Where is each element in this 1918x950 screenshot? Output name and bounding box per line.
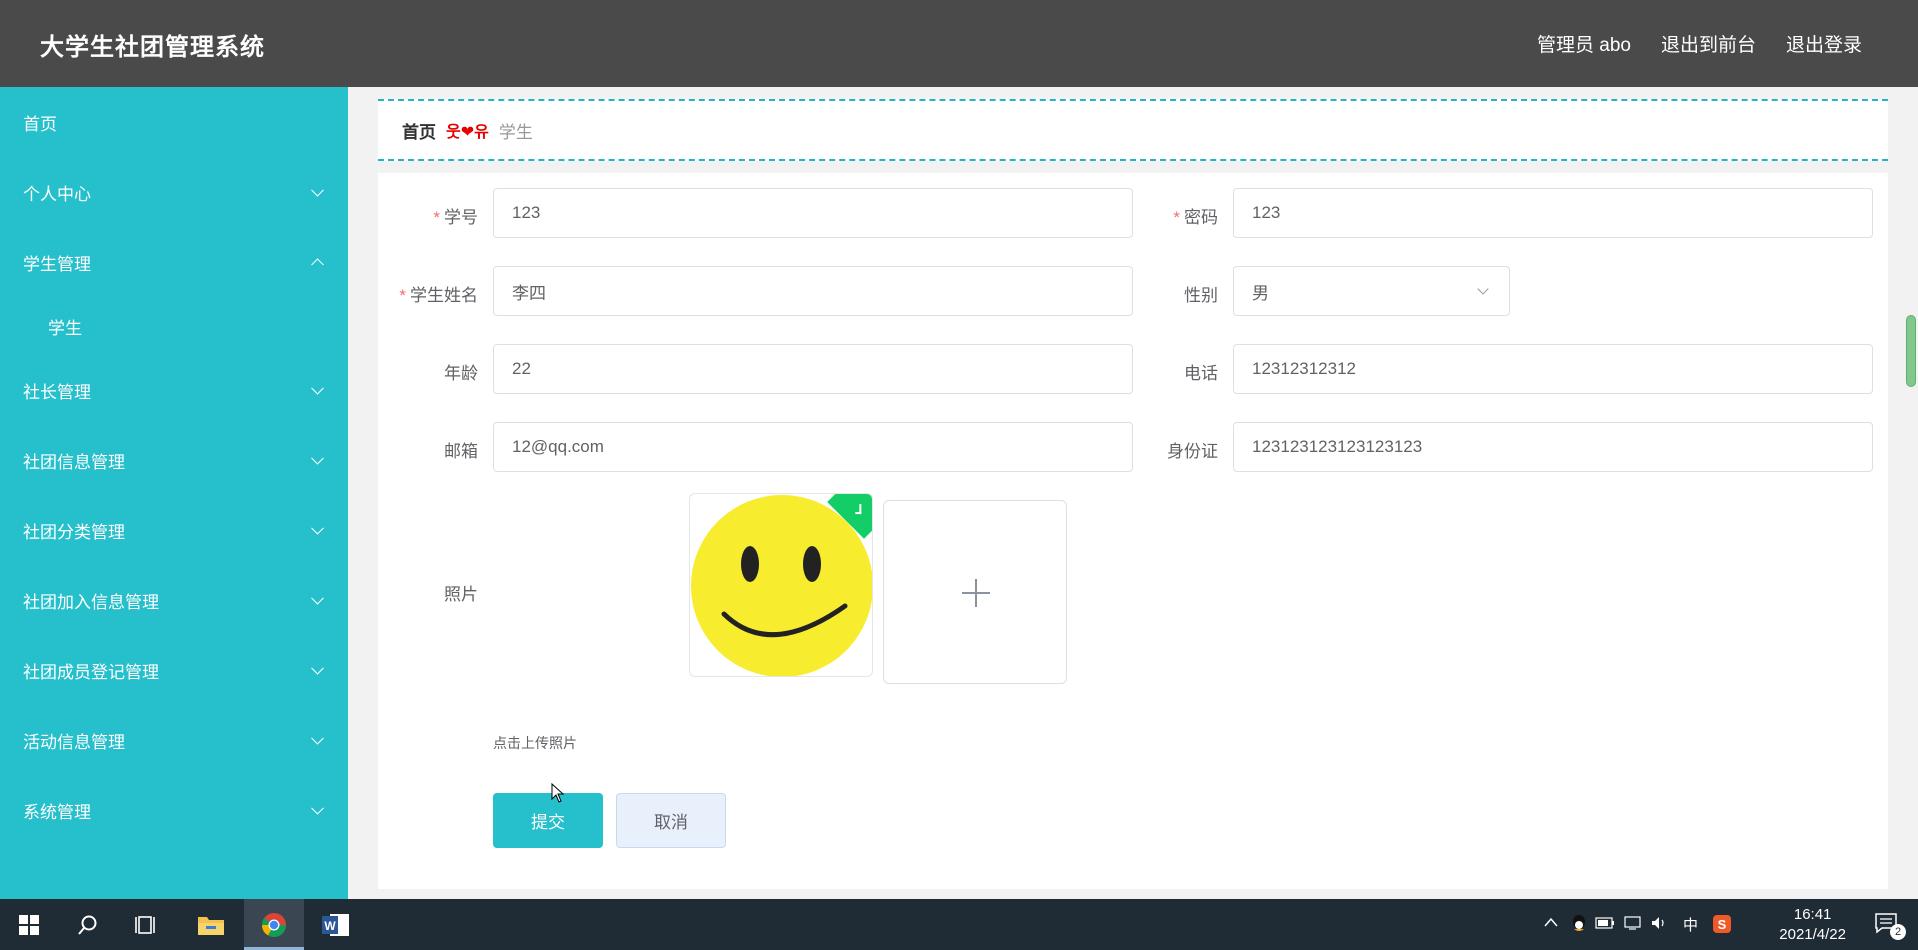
- password-input[interactable]: 123: [1233, 188, 1873, 238]
- sidebar-item-label: 系统管理: [23, 802, 91, 822]
- sidebar-item-personal-center[interactable]: 个人中心: [0, 157, 348, 227]
- age-label: 年龄: [444, 364, 478, 383]
- chrome-icon[interactable]: [254, 899, 294, 950]
- sogou-input-icon[interactable]: S: [1712, 914, 1732, 934]
- age-input[interactable]: 22: [493, 344, 1133, 394]
- chevron-down-icon: [311, 591, 324, 605]
- system-clock[interactable]: 16:41 2021/4/22: [1779, 905, 1846, 945]
- top-header: 大学生社团管理系统 管理员 abo 退出到前台 退出登录: [0, 0, 1918, 87]
- admin-label[interactable]: 管理员 abo: [1537, 30, 1631, 57]
- search-icon[interactable]: [68, 899, 108, 950]
- volume-icon[interactable]: [1650, 915, 1668, 931]
- sidebar-subitem-student[interactable]: 学生: [0, 297, 348, 355]
- network-icon[interactable]: [1623, 915, 1643, 931]
- smiley-face-image: [691, 495, 872, 676]
- sidebar-item-label: 社长管理: [23, 382, 91, 402]
- clock-date: 2021/4/22: [1779, 926, 1846, 943]
- notification-count-badge: 2: [1890, 924, 1906, 940]
- sidebar-item-club-info-management[interactable]: 社团信息管理: [0, 425, 348, 495]
- chevron-down-icon: [311, 661, 324, 675]
- mouse-cursor-icon: [551, 783, 565, 803]
- sidebar: 首页 个人中心 学生管理 学生 社长管理 社团信息管理 社团分类管理 社团加入信…: [0, 87, 348, 899]
- battery-icon[interactable]: [1595, 916, 1615, 930]
- chevron-down-icon: [311, 731, 324, 745]
- task-view-icon[interactable]: [127, 899, 167, 950]
- qq-icon[interactable]: [1570, 913, 1588, 933]
- student-name-label: * 学生姓名: [399, 286, 478, 305]
- clock-time: 16:41: [1793, 906, 1832, 923]
- header-nav: 管理员 abo 退出到前台 退出登录: [1537, 30, 1862, 57]
- chevron-up-icon: [311, 258, 324, 272]
- email-input[interactable]: 12@qq.com: [493, 422, 1133, 472]
- uploaded-photo-thumbnail[interactable]: [689, 493, 873, 677]
- sidebar-item-label: 学生: [48, 318, 82, 338]
- word-icon[interactable]: W: [316, 899, 356, 950]
- svg-text:W: W: [324, 919, 336, 933]
- sidebar-item-label: 社团加入信息管理: [23, 592, 159, 612]
- sidebar-item-label: 社团分类管理: [23, 522, 125, 542]
- gender-select[interactable]: 男: [1233, 266, 1510, 316]
- email-label: 邮箱: [444, 442, 478, 461]
- chevron-down-icon: [311, 451, 324, 465]
- student-form: * 学号 123 * 密码 123 * 学生姓名 李四 性别 男 年龄 22 电话 1…: [378, 173, 1888, 889]
- breadcrumb-separator: 웃❤유: [446, 124, 489, 141]
- ime-indicator[interactable]: 中: [1683, 914, 1698, 935]
- phone-label: 电话: [1184, 364, 1218, 383]
- main-content: 首页 웃❤유 学生 * 学号 123 * 密码 123 * 学生姓名 李四 性别 男 …: [348, 87, 1918, 899]
- sidebar-item-club-category-management[interactable]: 社团分类管理: [0, 495, 348, 565]
- gender-selected-value: 男: [1252, 283, 1269, 303]
- student-id-input[interactable]: 123: [493, 188, 1133, 238]
- id-card-label: 身份证: [1167, 442, 1218, 461]
- app-title: 大学生社团管理系统: [40, 34, 265, 61]
- sidebar-item-member-registration-management[interactable]: 社团成员登记管理: [0, 635, 348, 705]
- sidebar-item-club-join-management[interactable]: 社团加入信息管理: [0, 565, 348, 635]
- windows-start-icon[interactable]: [10, 899, 48, 950]
- chevron-down-icon: [311, 801, 324, 815]
- sidebar-item-president-management[interactable]: 社长管理: [0, 355, 348, 425]
- gender-label: 性别: [1184, 286, 1218, 305]
- scrollbar-thumb[interactable]: [1906, 315, 1916, 387]
- sidebar-item-label: 个人中心: [23, 184, 91, 204]
- windows-taskbar: W 中 S 16:41 2021/4/22 2: [0, 899, 1918, 950]
- phone-input[interactable]: 12312312312: [1233, 344, 1873, 394]
- file-explorer-icon[interactable]: [191, 899, 231, 950]
- chevron-down-icon: [1477, 283, 1489, 295]
- notification-center-icon[interactable]: 2: [1874, 912, 1906, 940]
- breadcrumb-current: 学生: [498, 122, 533, 142]
- upload-tip: 点击上传照片: [493, 735, 577, 751]
- photo-upload-button[interactable]: [883, 500, 1067, 684]
- cancel-button[interactable]: 取消: [616, 793, 726, 848]
- sidebar-item-label: 社团信息管理: [23, 452, 125, 472]
- logout-link[interactable]: 退出登录: [1786, 30, 1862, 57]
- sidebar-item-system-management[interactable]: 系统管理: [0, 775, 348, 845]
- chevron-down-icon: [311, 183, 324, 197]
- sidebar-item-label: 活动信息管理: [23, 732, 125, 752]
- sidebar-item-label: 首页: [23, 114, 57, 134]
- password-label: * 密码: [1173, 208, 1218, 227]
- breadcrumb: 首页 웃❤유 学生: [378, 99, 1888, 161]
- submit-button[interactable]: 提交: [493, 793, 603, 848]
- chevron-down-icon: [311, 381, 324, 395]
- svg-text:S: S: [1718, 917, 1727, 932]
- sidebar-item-activity-management[interactable]: 活动信息管理: [0, 705, 348, 775]
- sidebar-item-home[interactable]: 首页: [0, 87, 348, 157]
- sidebar-item-label: 学生管理: [23, 254, 91, 274]
- exit-to-frontend-link[interactable]: 退出到前台: [1661, 30, 1756, 57]
- sidebar-item-label: 社团成员登记管理: [23, 662, 159, 682]
- chevron-down-icon: [311, 521, 324, 535]
- sidebar-item-student-management[interactable]: 学生管理: [0, 227, 348, 297]
- breadcrumb-home[interactable]: 首页: [402, 118, 436, 143]
- id-card-input[interactable]: 123123123123123123: [1233, 422, 1873, 472]
- student-name-input[interactable]: 李四: [493, 266, 1133, 316]
- student-id-label: * 学号: [433, 208, 478, 227]
- check-icon: [855, 504, 862, 515]
- photo-label: 照片: [444, 585, 478, 604]
- chevron-up-icon[interactable]: [1544, 917, 1558, 927]
